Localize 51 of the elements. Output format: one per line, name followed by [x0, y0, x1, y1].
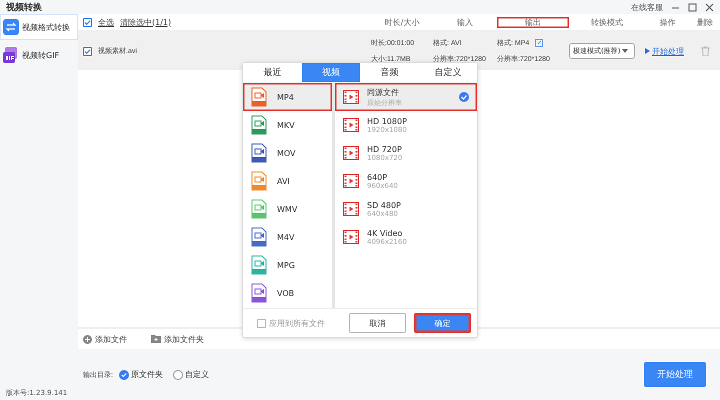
video-file-icon — [251, 199, 267, 219]
video-file-icon — [251, 171, 267, 191]
column-header: 转换模式 — [590, 16, 624, 28]
video-file-icon — [251, 227, 267, 247]
format-tab[interactable]: 最近 — [243, 63, 302, 82]
close-icon[interactable] — [705, 2, 714, 12]
format-item[interactable]: MP4 — [243, 83, 332, 111]
clear-selection-link[interactable]: 清除选中(1/1) — [120, 16, 172, 28]
column-header: 操作 — [658, 16, 676, 28]
output-directory-option[interactable]: 自定义 — [172, 369, 209, 380]
edit-icon[interactable] — [535, 39, 544, 47]
customer-service-link[interactable]: 在线客服 — [631, 2, 663, 12]
start-process-link[interactable]: 开始处理 — [645, 46, 690, 56]
video-file-icon — [251, 143, 267, 163]
check-icon — [459, 92, 469, 102]
add-file-button[interactable]: 添加文件 — [83, 334, 127, 344]
column-header: 时长/大小 — [384, 16, 420, 28]
film-icon — [343, 118, 359, 132]
sidebar-item[interactable]: 视频转GIF — [0, 42, 78, 68]
caret-icon — [622, 49, 628, 53]
gif-icon — [3, 47, 19, 63]
film-icon — [343, 90, 359, 104]
video-file-icon — [251, 115, 267, 135]
format-tab[interactable]: 自定义 — [418, 63, 477, 82]
format-tab[interactable]: 视频 — [302, 63, 360, 82]
file-checkbox[interactable] — [83, 46, 92, 56]
film-icon — [343, 174, 359, 188]
film-icon — [343, 230, 359, 244]
video-file-icon — [251, 255, 267, 275]
film-icon — [343, 146, 359, 160]
column-header: 输入 — [456, 16, 474, 28]
add-folder-button[interactable]: 添加文件夹 — [151, 334, 204, 344]
column-header: 删除 — [696, 16, 714, 28]
select-all-checkbox[interactable] — [83, 18, 92, 26]
select-all-link[interactable]: 全选 — [98, 16, 114, 28]
start-button[interactable]: 开始处理 — [644, 362, 706, 387]
cancel-button[interactable]: 取消 — [349, 313, 406, 333]
check-icon — [120, 372, 127, 378]
play-icon — [645, 48, 650, 54]
sidebar-item[interactable]: 视频格式转换 — [0, 14, 78, 40]
confirm-button[interactable]: 确定 — [414, 313, 471, 333]
maximize-icon[interactable] — [688, 2, 697, 12]
window-title: 视频转换 — [6, 1, 43, 14]
video-file-icon — [251, 87, 267, 107]
plus-circle-icon — [83, 334, 92, 344]
film-icon — [343, 202, 359, 216]
column-header: 输出 — [497, 16, 569, 28]
video-file-icon — [251, 283, 267, 303]
output-directory-option[interactable]: 原文件夹 — [118, 369, 163, 380]
swap-arrows-icon — [3, 19, 19, 35]
folder-plus-icon — [151, 335, 161, 343]
